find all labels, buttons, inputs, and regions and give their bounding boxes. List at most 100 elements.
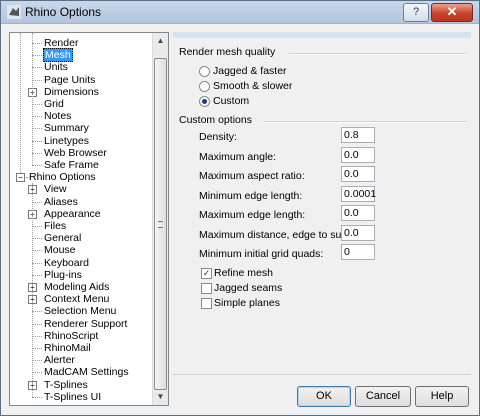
mesh-options-panel: Render mesh quality Jagged & faster Smoo… <box>173 32 471 407</box>
scroll-grip-icon <box>158 221 163 228</box>
checkmark-icon: ✓ <box>202 268 211 278</box>
tree-item-label[interactable]: Units <box>43 61 69 73</box>
tree-item-label[interactable]: Alerter <box>43 354 76 366</box>
tree-guide-line <box>32 33 33 165</box>
tree-connector <box>32 238 42 240</box>
button-row-separator <box>173 374 471 375</box>
tree-item-label[interactable]: Renderer Support <box>43 318 128 330</box>
tree-item-label[interactable]: Modeling Aids <box>43 281 110 293</box>
tree-item-label[interactable]: Keyboard <box>43 257 90 269</box>
tree-item-label[interactable]: T-Splines UI <box>43 391 102 403</box>
minimum-grid-quads-label: Minimum initial grid quads: <box>199 248 324 260</box>
tree-item-label[interactable]: View <box>43 183 68 195</box>
tree-item-label[interactable]: Mouse <box>43 244 77 256</box>
minimum-edge-length-input[interactable]: 0.0001 <box>341 186 376 202</box>
tree-item-label[interactable]: Grid <box>43 98 65 110</box>
simple-planes-label[interactable]: Simple planes <box>214 297 280 309</box>
tree-item-label[interactable]: Selection Menu <box>43 305 117 317</box>
scroll-thumb[interactable] <box>154 58 167 390</box>
tree-connector <box>32 360 42 362</box>
tree-item-label[interactable]: Files <box>43 220 67 232</box>
collapse-minus-icon[interactable]: − <box>16 173 25 183</box>
tree-connector <box>32 128 42 130</box>
tree-connector <box>32 396 42 398</box>
tree-connector <box>32 335 42 337</box>
density-label: Density: <box>199 131 237 143</box>
radio-custom[interactable] <box>199 96 210 107</box>
tree-item-label[interactable]: Summary <box>43 122 90 134</box>
tree-item-label[interactable]: Context Menu <box>43 293 110 305</box>
tree-connector <box>32 116 42 118</box>
tree-item-label[interactable]: RhinoScript <box>43 330 99 342</box>
tree-item-label[interactable]: Appearance <box>43 208 102 220</box>
maximum-aspect-ratio-input[interactable]: 0.0 <box>341 166 375 182</box>
group-separator <box>289 53 467 55</box>
tree-item-label[interactable]: Page Units <box>43 74 96 86</box>
tree-item-label[interactable]: T-Splines <box>43 379 89 391</box>
tree-guide-line <box>20 33 21 174</box>
radio-label-jagged-faster[interactable]: Jagged & faster <box>213 65 287 77</box>
refine-mesh-label[interactable]: Refine mesh <box>214 267 273 279</box>
panel-header-strip <box>173 32 471 38</box>
maximum-aspect-ratio-label: Maximum aspect ratio: <box>199 170 305 182</box>
tree-item-label[interactable]: Dimensions <box>43 86 100 98</box>
rhino-options-window: Rhino Options ? ✕ Render Mesh Units Page Un… <box>0 0 480 416</box>
tree-connector <box>32 165 42 166</box>
title-bar[interactable]: Rhino Options ? ✕ <box>1 1 479 24</box>
custom-options-heading: Custom options <box>179 114 252 126</box>
tree-item-label[interactable]: Mesh <box>43 48 73 63</box>
tree-connector <box>32 323 42 325</box>
tree-connector <box>32 274 42 276</box>
help-button[interactable]: Help <box>415 386 469 407</box>
minimum-grid-quads-input[interactable]: 0 <box>341 244 375 260</box>
options-tree: Render Mesh Units Page Units + Dimensions Grid… <box>9 32 169 406</box>
tree-item-label[interactable]: General <box>43 232 82 244</box>
maximum-distance-input[interactable]: 0.0 <box>341 225 375 241</box>
scroll-down-arrow-icon[interactable]: ▼ <box>154 390 167 403</box>
tree-item-label[interactable]: Rhino Options <box>28 171 97 183</box>
simple-planes-checkbox[interactable] <box>201 298 212 309</box>
tree-item[interactable]: − Rhino Options <box>10 171 152 183</box>
tree-item-label[interactable]: RhinoMail <box>43 342 92 354</box>
radio-label-custom[interactable]: Custom <box>213 95 249 107</box>
close-button[interactable]: ✕ <box>431 3 473 22</box>
tree-item-label[interactable]: Plug-ins <box>43 269 83 281</box>
radio-jagged-faster[interactable] <box>199 66 210 77</box>
tree-connector <box>32 250 42 252</box>
maximum-angle-input[interactable]: 0.0 <box>341 147 375 163</box>
tree-connector <box>32 43 42 44</box>
tree-item-label[interactable]: Safe Frame <box>43 159 100 171</box>
tree-item-label[interactable]: Notes <box>43 110 72 122</box>
radio-smooth-slower[interactable] <box>199 81 210 92</box>
cancel-button[interactable]: Cancel <box>355 386 411 407</box>
tree-connector <box>32 140 42 142</box>
tree-connector <box>32 104 42 105</box>
tree-guide-line <box>32 183 33 397</box>
jagged-seams-checkbox[interactable] <box>201 283 212 294</box>
tree-connector <box>32 79 42 81</box>
scroll-up-arrow-icon[interactable]: ▲ <box>154 34 167 47</box>
maximum-edge-length-label: Maximum edge length: <box>199 209 306 221</box>
density-input[interactable]: 0.8 <box>341 127 375 143</box>
tree-connector <box>32 55 42 57</box>
tree-item-label[interactable]: MadCAM Settings <box>43 366 130 378</box>
tree-connector <box>32 152 42 154</box>
group-separator <box>263 121 467 123</box>
jagged-seams-label[interactable]: Jagged seams <box>214 282 282 294</box>
rhino-app-icon <box>7 5 21 19</box>
maximum-edge-length-input[interactable]: 0.0 <box>341 205 375 221</box>
tree-item-label[interactable]: Web Browser <box>43 147 108 159</box>
ok-button[interactable]: OK <box>297 386 351 407</box>
tree-item-label[interactable]: Aliases <box>43 196 79 208</box>
render-mesh-quality-heading: Render mesh quality <box>179 46 276 58</box>
radio-label-smooth-slower[interactable]: Smooth & slower <box>213 80 292 92</box>
refine-mesh-checkbox[interactable]: ✓ <box>201 268 212 279</box>
tree-item-label[interactable]: Linetypes <box>43 135 90 147</box>
tree-connector <box>32 311 42 313</box>
options-tree-items: Render Mesh Units Page Units + Dimensions Grid… <box>10 33 152 405</box>
dialog-client-area: Render Mesh Units Page Units + Dimensions Grid… <box>5 28 475 410</box>
context-help-button[interactable]: ? <box>403 3 429 22</box>
tree-vertical-scrollbar[interactable]: ▲ ▼ <box>152 33 168 405</box>
tree-connector <box>32 201 42 203</box>
tree-item-label[interactable]: Render <box>43 37 79 49</box>
